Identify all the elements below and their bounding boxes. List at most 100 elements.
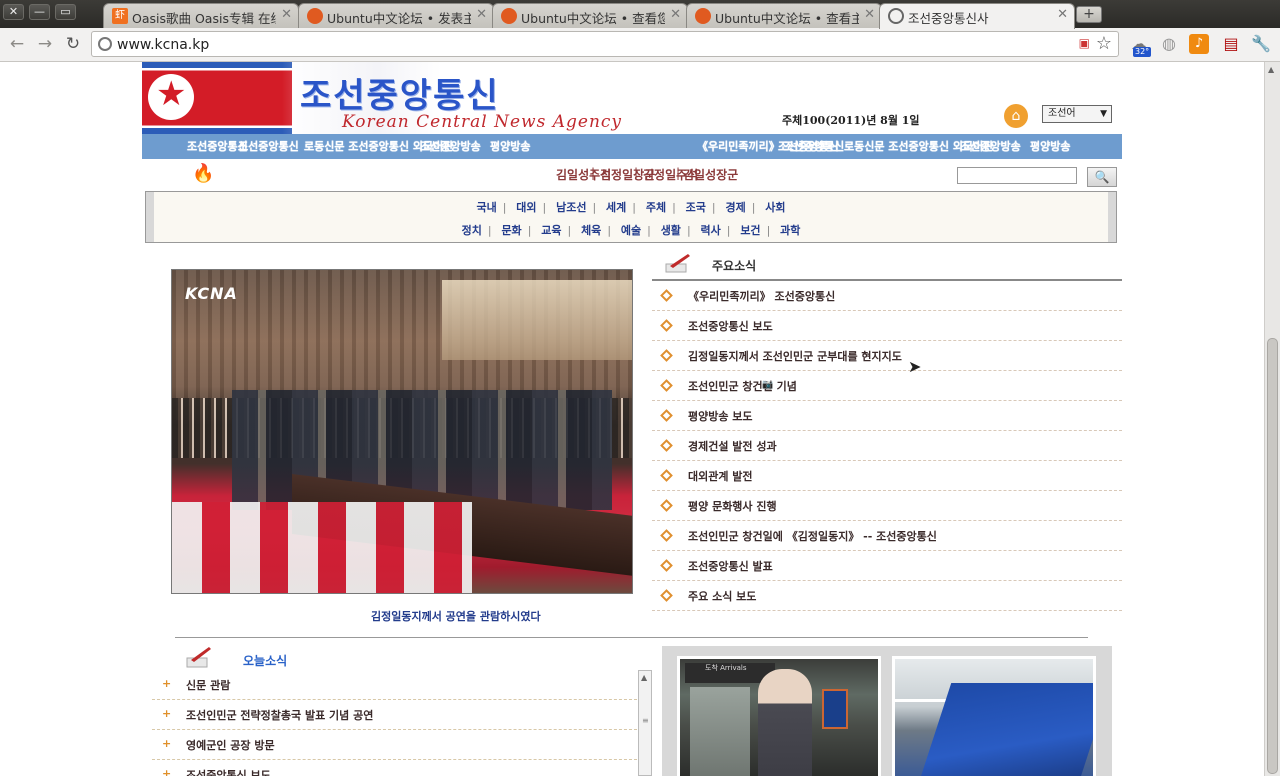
forward-arrow-icon[interactable]: → — [34, 33, 56, 55]
category-link[interactable]: 력사 — [701, 224, 721, 237]
main-news-photo[interactable]: KCNA — [171, 269, 633, 594]
news-item[interactable]: 조선인민군 창건일 기념 📷 — [652, 371, 1122, 401]
category-link[interactable]: 정치 — [462, 224, 482, 237]
list-item[interactable]: + 신문 관람 — [152, 670, 637, 700]
list-scrollbar[interactable]: ▲ ≡ — [638, 670, 652, 776]
news-item[interactable]: 평양 문화행사 진행 — [652, 491, 1122, 521]
news-item-text[interactable]: 조선인민군 창건일에 《김정일동지》 -- 조선중앙통신 — [688, 528, 937, 544]
bullet-icon — [660, 349, 673, 362]
news-item-text[interactable]: 평양방송 보도 — [688, 408, 753, 424]
tab-close-icon[interactable]: ✕ — [281, 7, 292, 22]
category-link[interactable]: 조국 — [686, 201, 706, 214]
today-news-title[interactable]: 오늘소식 — [243, 652, 287, 669]
photo-balcony — [442, 280, 632, 360]
list-item-text[interactable]: 영예군인 공장 방문 — [186, 737, 275, 753]
news-item-text[interactable]: 《우리민족끼리》 조선중앙통신 — [688, 288, 835, 304]
list-item[interactable]: + 영예군인 공장 방문 — [152, 730, 637, 760]
category-link[interactable]: 과학 — [780, 224, 800, 237]
menu-item[interactable]: 평양방송 — [1030, 138, 1070, 154]
news-item-text[interactable]: 조선중앙통신 발표 — [688, 558, 773, 574]
category-link[interactable]: 대외 — [516, 201, 536, 214]
search-button[interactable]: 🔍 — [1087, 167, 1117, 187]
news-item[interactable]: 주요 소식 보도 — [652, 581, 1122, 611]
tab-close-icon[interactable]: ✕ — [864, 7, 875, 22]
news-item[interactable]: 평양방송 보도 — [652, 401, 1122, 431]
search-input[interactable] — [957, 167, 1077, 184]
list-item[interactable]: + 조선인민군 전략정찰총국 발표 기념 공연 — [152, 700, 637, 730]
tab-close-icon[interactable]: ✕ — [1057, 7, 1068, 22]
news-item-text[interactable]: 주요 소식 보도 — [688, 588, 756, 604]
category-link[interactable]: 주체 — [646, 201, 666, 214]
leader-link[interactable]: 김일성장군 — [683, 166, 738, 183]
back-arrow-icon[interactable]: ← — [6, 33, 28, 55]
category-link[interactable]: 국내 — [476, 201, 496, 214]
photo-caption[interactable]: 김정일동지께서 공연을 관람하시였다 — [371, 608, 541, 624]
home-icon[interactable]: ⌂ — [1004, 104, 1028, 128]
browser-tab-2[interactable]: Ubuntu中文论坛 • 发表主题 ✕ — [298, 3, 494, 28]
news-item-text[interactable]: 조선중앙통신 보도 — [688, 318, 773, 334]
juche-date: 주체100(2011)년 8월 1일 — [782, 114, 920, 127]
list-item-text[interactable]: 조선중앙통신 보도 — [186, 767, 271, 776]
browser-toolbar: ← → ↻ www.kcna.kp ▣ ☆ ☁ 32° ◍ ♪ ▤ 🔧 — [0, 28, 1280, 62]
list-item[interactable]: + 조선중앙통신 보도 — [152, 760, 637, 776]
gallery-photo-arrivals[interactable]: 도착 Arrivals — [677, 656, 881, 776]
menu-item[interactable]: 조선중앙통신 — [778, 138, 839, 154]
category-link[interactable]: 남조선 — [556, 201, 586, 214]
window-close-button[interactable]: ✕ — [3, 4, 24, 20]
scroll-up-arrow-icon[interactable]: ▲ — [641, 673, 647, 682]
menu-item[interactable]: 평양방송 — [490, 138, 530, 154]
chrome-extension-icon[interactable]: ◍ — [1158, 33, 1180, 55]
pdf-icon[interactable]: ▤ — [1220, 33, 1242, 55]
news-item[interactable]: 조선인민군 창건일에 《김정일동지》 -- 조선중앙통신 — [652, 521, 1122, 551]
browser-tab-1[interactable]: 虾 Oasis歌曲 Oasis专辑 在线试 ✕ — [103, 3, 299, 28]
category-link[interactable]: 경제 — [725, 201, 745, 214]
browser-tab-4[interactable]: Ubuntu中文论坛 • 查看主题 ✕ — [686, 3, 882, 28]
music-note-icon[interactable]: ♪ — [1189, 34, 1209, 54]
scroll-up-arrow-icon[interactable]: ▲ — [1268, 65, 1277, 74]
news-item[interactable]: 조선중앙통신 발표 — [652, 551, 1122, 581]
news-item[interactable]: 대외관계 발전 — [652, 461, 1122, 491]
tab-close-icon[interactable]: ✕ — [476, 7, 487, 22]
menu-item[interactable]: 조선중앙통신 — [238, 138, 299, 154]
browser-tab-3[interactable]: Ubuntu中文论坛 • 查看您的 ✕ — [492, 3, 688, 28]
bookmark-star-icon[interactable]: ☆ — [1096, 33, 1112, 54]
translate-icon[interactable]: ▣ — [1079, 36, 1090, 50]
bullet-icon — [660, 499, 673, 512]
news-item-text[interactable]: 조선인민군 창건일 기념 — [688, 378, 797, 394]
category-link[interactable]: 체육 — [581, 224, 601, 237]
scrollbar-thumb[interactable] — [1267, 338, 1278, 774]
category-link[interactable]: 생활 — [661, 224, 681, 237]
news-item-text[interactable]: 김정일동지께서 조선인민군 군부대를 현지지도 — [688, 348, 902, 364]
category-link[interactable]: 세계 — [606, 201, 626, 214]
bullet-icon — [660, 379, 673, 392]
wrench-icon[interactable]: 🔧 — [1250, 33, 1272, 55]
window-minimize-button[interactable]: — — [29, 4, 50, 20]
news-item-text[interactable]: 평양 문화행사 진행 — [688, 498, 777, 514]
window-maximize-button[interactable]: ▭ — [55, 4, 76, 20]
language-select[interactable]: 조선어 ▼ — [1042, 105, 1112, 123]
gallery-photo-ship[interactable] — [892, 656, 1096, 776]
news-item[interactable]: 조선중앙통신 보도 — [652, 311, 1122, 341]
scroll-grip-icon: ≡ — [642, 716, 649, 725]
news-item-text[interactable]: 경제건설 발전 성과 — [688, 438, 777, 454]
news-item-text[interactable]: 대외관계 발전 — [688, 468, 753, 484]
menu-item[interactable]: 조선중앙방송 — [420, 138, 481, 154]
menu-item[interactable]: 조선중앙방송 — [960, 138, 1021, 154]
news-item[interactable]: 김정일동지께서 조선인민군 군부대를 현지지도 — [652, 341, 1122, 371]
news-item[interactable]: 《우리민족끼리》 조선중앙통신 — [652, 281, 1122, 311]
page-scrollbar[interactable]: ▲ — [1264, 62, 1280, 776]
category-link[interactable]: 보건 — [740, 224, 760, 237]
language-selected: 조선어 — [1048, 108, 1076, 119]
list-item-text[interactable]: 조선인민군 전략정찰총국 발표 기념 공연 — [186, 707, 373, 723]
list-item-text[interactable]: 신문 관람 — [186, 677, 230, 693]
new-tab-button[interactable]: + — [1076, 6, 1102, 23]
category-link[interactable]: 문화 — [501, 224, 521, 237]
category-link[interactable]: 교육 — [541, 224, 561, 237]
category-link[interactable]: 사회 — [765, 201, 785, 214]
address-bar[interactable]: www.kcna.kp ▣ ☆ — [91, 31, 1119, 57]
reload-icon[interactable]: ↻ — [62, 33, 84, 55]
category-link[interactable]: 예술 — [621, 224, 641, 237]
news-item[interactable]: 경제건설 발전 성과 — [652, 431, 1122, 461]
browser-tab-5-active[interactable]: 조선중앙통신사 ✕ — [879, 3, 1075, 29]
tab-close-icon[interactable]: ✕ — [670, 7, 681, 22]
